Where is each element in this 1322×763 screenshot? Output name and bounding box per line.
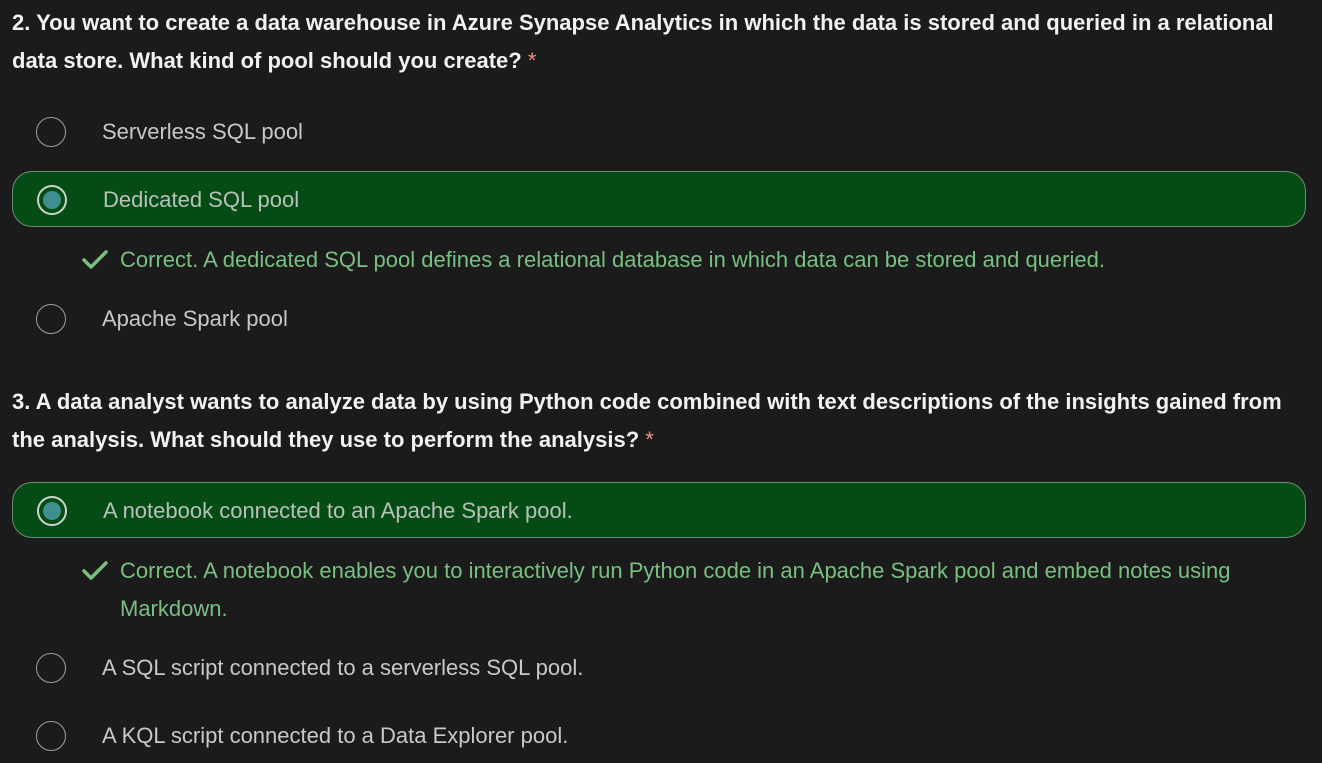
question-2-option-dedicated-sql-pool[interactable]: Dedicated SQL pool: [12, 171, 1306, 227]
question-3-feedback: Correct. A notebook enables you to inter…: [82, 552, 1307, 628]
radio-button-selected-icon[interactable]: [37, 496, 67, 526]
question-2-title: 2. You want to create a data warehouse i…: [12, 4, 1302, 80]
question-3-option-kql-script[interactable]: A KQL script connected to a Data Explore…: [12, 708, 1306, 763]
option-label: Dedicated SQL pool: [103, 187, 300, 212]
radio-button-icon[interactable]: [36, 117, 66, 147]
required-marker: *: [645, 427, 654, 452]
radio-button-icon[interactable]: [36, 653, 66, 683]
option-label: A notebook connected to an Apache Spark …: [103, 498, 573, 523]
option-label: Apache Spark pool: [102, 306, 288, 331]
question-3-option-notebook[interactable]: A notebook connected to an Apache Spark …: [12, 482, 1306, 538]
checkmark-icon: [82, 561, 108, 580]
checkmark-icon: [82, 250, 108, 269]
radio-button-selected-icon[interactable]: [37, 185, 67, 215]
required-marker: *: [527, 48, 537, 73]
radio-button-icon[interactable]: [36, 304, 66, 334]
question-2-text: 2. You want to create a data warehouse i…: [12, 10, 1274, 73]
option-label: A KQL script connected to a Data Explore…: [102, 723, 569, 748]
question-2-option-serverless-sql-pool[interactable]: Serverless SQL pool: [12, 104, 1306, 160]
radio-button-icon[interactable]: [36, 721, 66, 751]
feedback-text: Correct. A dedicated SQL pool defines a …: [120, 247, 1105, 272]
option-label: A SQL script connected to a serverless S…: [102, 655, 584, 680]
feedback-text: Correct. A notebook enables you to inter…: [120, 558, 1231, 621]
question-2-option-apache-spark-pool[interactable]: Apache Spark pool: [12, 291, 1306, 347]
option-label: Serverless SQL pool: [102, 119, 303, 144]
quiz-page: 2. You want to create a data warehouse i…: [0, 0, 1322, 763]
question-3-title: 3. A data analyst wants to analyze data …: [12, 383, 1302, 459]
question-3-option-sql-script[interactable]: A SQL script connected to a serverless S…: [12, 640, 1306, 696]
question-2-feedback: Correct. A dedicated SQL pool defines a …: [82, 241, 1307, 279]
